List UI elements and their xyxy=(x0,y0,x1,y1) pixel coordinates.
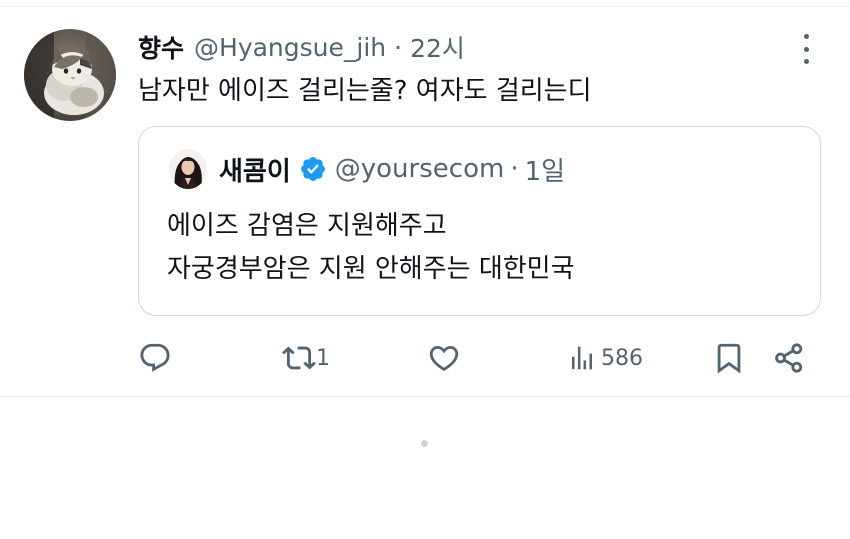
quoted-text-line: 자궁경부암은 지원 안해주는 대한민국 xyxy=(167,254,575,284)
tweet-time[interactable]: 22시 xyxy=(410,29,465,65)
quoted-tweet-text: 에이즈 감염은 지원해주고 자궁경부암은 지원 안해주는 대한민국 xyxy=(167,205,575,291)
quoted-tweet-header: 새콤이 @yoursecom · 1일 xyxy=(219,149,565,189)
quoted-author-name[interactable]: 새콤이 xyxy=(219,151,291,188)
verified-badge-icon xyxy=(300,157,325,181)
bookmark-button[interactable] xyxy=(712,335,746,381)
views-count: 586 xyxy=(601,345,643,371)
quoted-separator-dot: · xyxy=(510,154,519,184)
author-name[interactable]: 향수 xyxy=(138,29,184,65)
cat-photo-avatar-icon xyxy=(24,29,116,121)
author-handle[interactable]: @Hyangsue_jih xyxy=(194,33,386,62)
separator-dot: · xyxy=(394,32,403,62)
quoted-author-handle[interactable]: @yoursecom xyxy=(335,154,505,184)
retweet-icon xyxy=(282,346,316,370)
quoted-tweet-time[interactable]: 1일 xyxy=(525,151,565,188)
tweet-text: 남자만 에이즈 걸리는줄? 여자도 걸리는디 xyxy=(138,76,592,106)
views-icon xyxy=(572,346,592,370)
share-icon xyxy=(775,343,803,373)
quoted-author-avatar[interactable] xyxy=(169,149,207,189)
retweet-count: 1 xyxy=(316,345,330,371)
tweet-actions: 1 586 xyxy=(0,335,850,381)
author-avatar[interactable] xyxy=(24,29,116,121)
more-options-icon[interactable] xyxy=(796,34,816,64)
quoted-text-line: 에이즈 감염은 지원해주고 xyxy=(167,211,447,241)
like-icon xyxy=(429,345,459,371)
reply-button[interactable] xyxy=(138,335,176,381)
views-button[interactable]: 586 xyxy=(567,335,643,381)
bottom-divider xyxy=(0,396,850,397)
quoted-tweet[interactable]: 새콤이 @yoursecom · 1일 에이즈 감염은 지원해주고 자궁경부암은… xyxy=(138,126,821,316)
woman-photo-avatar-icon xyxy=(169,149,207,189)
retweet-button[interactable]: 1 xyxy=(282,335,330,381)
loading-dot-indicator xyxy=(421,440,428,447)
like-button[interactable] xyxy=(427,335,465,381)
reply-icon xyxy=(140,343,170,372)
tweet-header: 향수 @Hyangsue_jih · 22시 xyxy=(138,27,465,67)
bookmark-icon xyxy=(717,343,741,374)
share-button[interactable] xyxy=(772,335,806,381)
